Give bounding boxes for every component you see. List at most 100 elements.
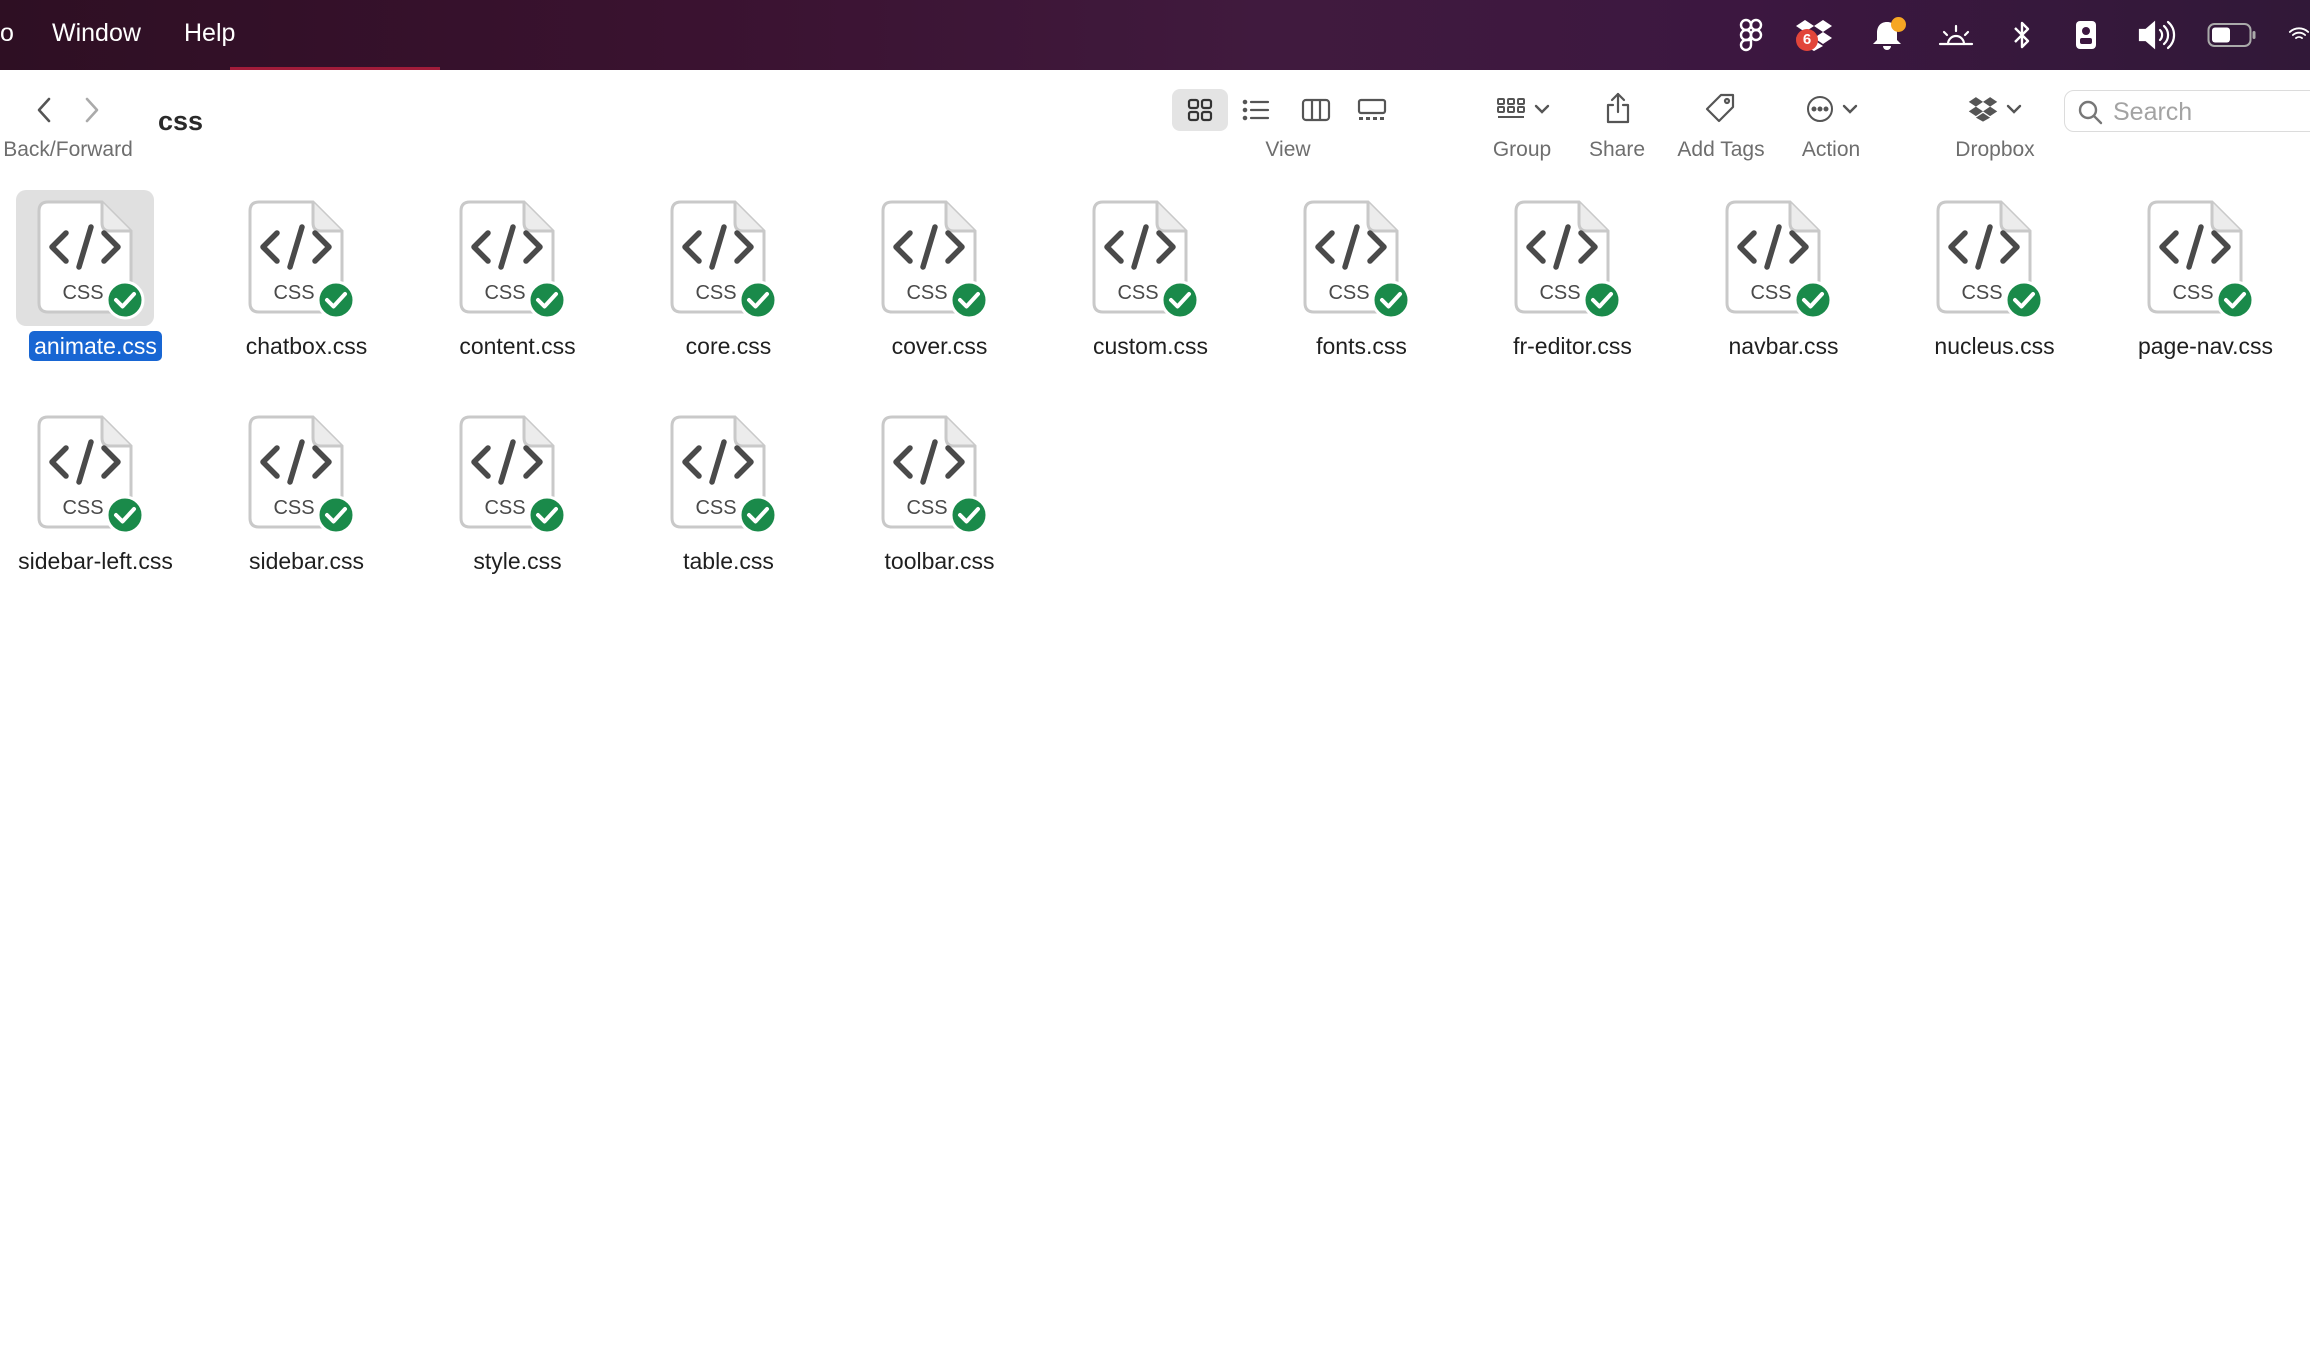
menu-app-name[interactable]: o bbox=[0, 0, 14, 70]
list-view-button[interactable] bbox=[1228, 89, 1284, 131]
file-name-text: navbar.css bbox=[1728, 333, 1839, 359]
action-label: Action bbox=[1801, 138, 1861, 161]
file-item[interactable]: CSS page-nav.css bbox=[2100, 180, 2310, 380]
file-name: sidebar-left.css bbox=[0, 548, 201, 575]
id-badge-icon[interactable] bbox=[2072, 14, 2100, 56]
tag-icon bbox=[1705, 93, 1735, 123]
chevron-down-icon bbox=[1534, 104, 1550, 114]
gallery-view-button[interactable] bbox=[1344, 89, 1400, 131]
file-name: page-nav.css bbox=[2100, 333, 2310, 360]
group-button[interactable] bbox=[1490, 88, 1556, 130]
svg-text:CSS: CSS bbox=[484, 282, 525, 304]
synced-check-icon bbox=[738, 280, 778, 320]
dropbox-button[interactable] bbox=[1962, 88, 2028, 130]
file-name: navbar.css bbox=[1678, 333, 1889, 360]
menu-bar: o Window Help 6 bbox=[0, 0, 2310, 70]
icon-view-button[interactable] bbox=[1172, 89, 1228, 131]
notification-dot bbox=[1891, 17, 1906, 32]
svg-text:CSS: CSS bbox=[1117, 282, 1158, 304]
wifi-icon[interactable] bbox=[2288, 14, 2310, 56]
file-name-text: fonts.css bbox=[1316, 333, 1407, 359]
synced-check-icon bbox=[2004, 280, 2044, 320]
file-name: cover.css bbox=[834, 333, 1045, 360]
file-name-text: custom.css bbox=[1092, 333, 1209, 359]
action-button[interactable] bbox=[1800, 88, 1864, 130]
svg-text:CSS: CSS bbox=[273, 282, 314, 304]
file-name: style.css bbox=[412, 548, 623, 575]
synced-check-icon bbox=[316, 495, 356, 535]
back-forward-label: Back/Forward bbox=[3, 138, 133, 161]
add-tags-label: Add Tags bbox=[1677, 138, 1765, 161]
file-item[interactable]: CSS navbar.css bbox=[1678, 180, 1889, 380]
file-item[interactable]: CSS sidebar-left.css bbox=[0, 395, 201, 595]
synced-check-icon bbox=[105, 280, 145, 320]
file-name: animate.css bbox=[0, 331, 201, 361]
file-item[interactable]: CSS core.css bbox=[623, 180, 834, 380]
battery-icon[interactable] bbox=[2206, 14, 2258, 56]
column-view-button[interactable] bbox=[1288, 89, 1344, 131]
menu-help[interactable]: Help bbox=[184, 0, 235, 70]
file-name-text: style.css bbox=[473, 548, 562, 574]
figma-icon[interactable] bbox=[1736, 14, 1766, 56]
svg-text:CSS: CSS bbox=[695, 282, 736, 304]
back-button[interactable] bbox=[28, 92, 60, 128]
synced-check-icon bbox=[949, 495, 989, 535]
dropbox-badge: 6 bbox=[1796, 29, 1818, 51]
file-item[interactable]: CSS cover.css bbox=[834, 180, 1045, 380]
synced-check-icon bbox=[316, 280, 356, 320]
columns-icon bbox=[1301, 98, 1331, 122]
file-name-text: animate.css bbox=[29, 331, 162, 361]
brightness-icon[interactable] bbox=[1938, 14, 1974, 56]
svg-text:CSS: CSS bbox=[1539, 282, 1580, 304]
dropbox-label: Dropbox bbox=[1955, 138, 2035, 161]
svg-text:CSS: CSS bbox=[695, 497, 736, 519]
svg-text:CSS: CSS bbox=[62, 282, 103, 304]
synced-check-icon bbox=[1582, 280, 1622, 320]
file-item[interactable]: CSS animate.css bbox=[0, 180, 201, 380]
share-button[interactable] bbox=[1598, 86, 1638, 130]
file-name-text: core.css bbox=[685, 333, 772, 359]
file-item[interactable]: CSS toolbar.css bbox=[834, 395, 1045, 595]
file-item[interactable]: CSS fonts.css bbox=[1256, 180, 1467, 380]
file-name: chatbox.css bbox=[201, 333, 412, 360]
file-name: content.css bbox=[412, 333, 623, 360]
file-item[interactable]: CSS nucleus.css bbox=[1889, 180, 2100, 380]
synced-check-icon bbox=[105, 495, 145, 535]
list-icon bbox=[1242, 99, 1270, 121]
group-label: Group bbox=[1492, 138, 1552, 161]
file-name-text: content.css bbox=[459, 333, 576, 359]
search-icon bbox=[2078, 100, 2103, 125]
file-item[interactable]: CSS chatbox.css bbox=[201, 180, 412, 380]
view-label: View bbox=[1265, 138, 1311, 161]
add-tags-button[interactable] bbox=[1700, 86, 1740, 130]
file-name-text: toolbar.css bbox=[884, 548, 995, 574]
synced-check-icon bbox=[1793, 280, 1833, 320]
forward-button[interactable] bbox=[76, 92, 108, 128]
group-icon bbox=[1497, 98, 1525, 118]
grid-icon bbox=[1187, 98, 1213, 122]
file-item[interactable]: CSS style.css bbox=[412, 395, 623, 595]
file-item[interactable]: CSS table.css bbox=[623, 395, 834, 595]
file-name-text: sidebar-left.css bbox=[18, 548, 173, 574]
synced-check-icon bbox=[2215, 280, 2255, 320]
synced-check-icon bbox=[527, 280, 567, 320]
svg-text:CSS: CSS bbox=[1750, 282, 1791, 304]
synced-check-icon bbox=[738, 495, 778, 535]
file-name: toolbar.css bbox=[834, 548, 1045, 575]
volume-icon[interactable] bbox=[2136, 14, 2178, 56]
bluetooth-icon[interactable] bbox=[2008, 14, 2036, 56]
file-item[interactable]: CSS content.css bbox=[412, 180, 623, 380]
svg-text:CSS: CSS bbox=[273, 497, 314, 519]
file-item[interactable]: CSS custom.css bbox=[1045, 180, 1256, 380]
search-input[interactable]: Search bbox=[2064, 90, 2310, 132]
synced-check-icon bbox=[1160, 280, 1200, 320]
file-name: core.css bbox=[623, 333, 834, 360]
file-item[interactable]: CSS fr-editor.css bbox=[1467, 180, 1678, 380]
svg-text:CSS: CSS bbox=[906, 497, 947, 519]
chevron-down-icon bbox=[1842, 104, 1858, 114]
file-name-text: table.css bbox=[683, 548, 774, 574]
view-segmented-control bbox=[1172, 89, 1400, 131]
file-item[interactable]: CSS sidebar.css bbox=[201, 395, 412, 595]
share-label: Share bbox=[1588, 138, 1646, 161]
menu-window[interactable]: Window bbox=[52, 0, 141, 70]
